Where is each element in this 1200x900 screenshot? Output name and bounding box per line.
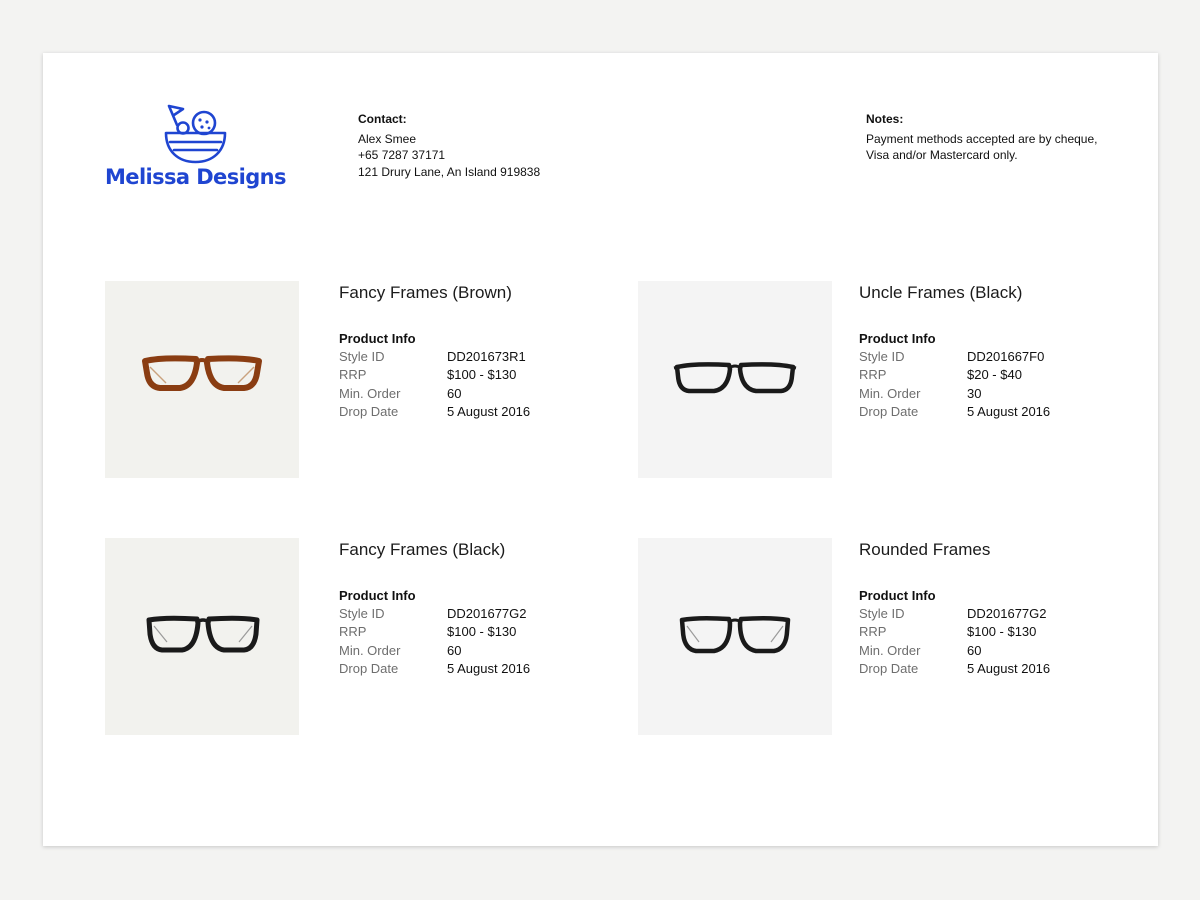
field-value: $20 - $40	[967, 367, 1022, 383]
glasses-icon	[679, 615, 791, 654]
product-name: Uncle Frames (Black)	[859, 283, 1023, 302]
field-value: 5 August 2016	[967, 660, 1051, 676]
field-value: $100 - $130	[447, 367, 517, 383]
field-row: Style ID DD201667F0	[859, 348, 1099, 366]
product-details: Fancy Frames (Black) Product Info Style …	[339, 538, 579, 678]
product-name: Fancy Frames (Black)	[339, 540, 506, 559]
glasses-icon	[142, 355, 262, 391]
product-photo	[105, 281, 299, 478]
product-info-label: Product Info	[859, 331, 936, 346]
field-row: Min. Order 60	[339, 385, 579, 403]
field-value: 30	[967, 385, 982, 401]
notes-label: Notes:	[866, 112, 904, 126]
field-row: Style ID DD201677G2	[859, 605, 1099, 623]
field-label: Drop Date	[859, 660, 919, 676]
field-label: RRP	[339, 367, 367, 383]
glasses-icon	[673, 362, 797, 394]
field-value: 60	[447, 385, 462, 401]
field-value: DD201667F0	[967, 349, 1045, 364]
field-label: Style ID	[339, 606, 385, 621]
contact-phone: +65 7287 37171	[358, 148, 446, 162]
product-details: Rounded Frames Product Info Style ID DD20…	[859, 538, 1099, 678]
field-row: Min. Order 60	[859, 642, 1099, 660]
product-photo	[105, 538, 299, 735]
contact-address: 121 Drury Lane, An Island 919838	[358, 164, 541, 179]
product-info-label: Product Info	[339, 331, 416, 346]
field-row: Drop Date 5 August 2016	[339, 403, 579, 421]
field-row: RRP $100 - $130	[339, 623, 579, 641]
line-sheet-page: Melissa Designs Contact: Alex Smee +65 7…	[43, 53, 1158, 846]
field-label: RRP	[859, 624, 887, 640]
field-row: RRP $100 - $130	[859, 623, 1099, 641]
field-label: Style ID	[859, 606, 905, 621]
product-name: Rounded Frames	[859, 540, 991, 559]
field-row: Drop Date 5 August 2016	[339, 660, 579, 678]
product-details: Uncle Frames (Black) Product Info Style …	[859, 281, 1099, 421]
field-label: Drop Date	[859, 403, 919, 419]
field-row: Min. Order 30	[859, 385, 1099, 403]
field-label: Style ID	[859, 349, 905, 364]
field-label: Style ID	[339, 349, 385, 364]
field-label: Drop Date	[339, 403, 399, 419]
field-label: Drop Date	[339, 660, 399, 676]
product-card: Uncle Frames (Black) Product Info Style …	[638, 281, 1108, 479]
product-photo	[638, 281, 832, 478]
product-card: Rounded Frames Product Info Style ID DD20…	[638, 538, 1108, 736]
contact-label: Contact:	[358, 112, 407, 126]
field-row: Min. Order 60	[339, 642, 579, 660]
field-value: DD201677G2	[447, 606, 527, 621]
brand-logo: Melissa Designs	[103, 103, 293, 198]
notes-text: Payment methods accepted are by cheque, …	[866, 131, 1098, 163]
product-info-label: Product Info	[339, 588, 416, 603]
field-value: 5 August 2016	[967, 403, 1051, 419]
product-photo	[638, 538, 832, 735]
product-card: Fancy Frames (Black) Product Info Style …	[105, 538, 575, 736]
glasses-icon	[146, 615, 260, 653]
product-name: Fancy Frames (Brown)	[339, 283, 512, 302]
contact-name: Alex Smee	[358, 131, 417, 146]
field-label: Min. Order	[339, 642, 401, 658]
brand-name: Melissa Designs	[105, 165, 286, 189]
field-value: $100 - $130	[967, 624, 1037, 640]
field-value: 5 August 2016	[447, 660, 531, 676]
field-value: 5 August 2016	[447, 403, 531, 419]
field-row: Style ID DD201673R1	[339, 348, 579, 366]
field-label: Min. Order	[859, 642, 921, 658]
field-row: Style ID DD201677G2	[339, 605, 579, 623]
field-row: RRP $20 - $40	[859, 366, 1099, 384]
field-label: Min. Order	[859, 385, 921, 401]
field-value: DD201677G2	[967, 606, 1047, 621]
product-card: Fancy Frames (Brown) Product Info Style …	[105, 281, 575, 479]
field-label: RRP	[339, 624, 367, 640]
product-info-label: Product Info	[859, 588, 936, 603]
field-row: RRP $100 - $130	[339, 366, 579, 384]
field-value: DD201673R1	[447, 349, 526, 364]
field-value: 60	[967, 642, 982, 658]
field-value: 60	[447, 642, 462, 658]
contact-block: Contact: Alex Smee +65 7287 37171 121 Dr…	[358, 111, 618, 180]
field-label: Min. Order	[339, 385, 401, 401]
field-value: $100 - $130	[447, 624, 517, 640]
bowl-with-flag-icon	[164, 104, 227, 164]
field-label: RRP	[859, 367, 887, 383]
product-details: Fancy Frames (Brown) Product Info Style …	[339, 281, 579, 421]
notes-block: Notes: Payment methods accepted are by c…	[866, 111, 1106, 164]
field-row: Drop Date 5 August 2016	[859, 660, 1099, 678]
field-row: Drop Date 5 August 2016	[859, 403, 1099, 421]
